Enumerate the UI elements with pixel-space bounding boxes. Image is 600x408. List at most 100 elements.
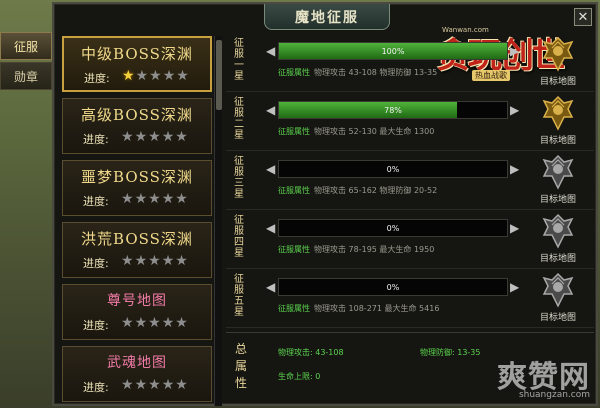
map-name: 中级BOSS深渊 — [81, 45, 193, 63]
crest-icon — [542, 95, 574, 131]
close-button[interactable]: ✕ — [574, 8, 592, 26]
map-progress-label: 进度: — [84, 72, 110, 85]
target-map-label: 目标地图 — [539, 136, 576, 146]
star-icon: ★ — [161, 377, 176, 393]
map-progress-label: 进度: — [83, 381, 109, 394]
star-icon: ★ — [134, 315, 149, 331]
map-item[interactable]: 武魂地图进度: ★★★★★ — [62, 346, 212, 402]
bar-right-cap-icon: ▶ — [510, 280, 520, 294]
conquest-row: 征服三星 ◀ 0% ▶ 征服属性 物理攻击 65-162 物理防御 20-52 目标地图 — [226, 152, 594, 210]
map-item[interactable]: 噩梦BOSS深渊进度: ★★★★★ — [62, 160, 212, 216]
conquest-level-label: 征服二星 — [234, 97, 244, 141]
attr-values: 物理攻击 108-271 最大生命 5416 — [314, 304, 440, 313]
target-map-button[interactable]: 目标地图 — [528, 93, 588, 149]
conquest-attributes: 征服属性 物理攻击 43-108 物理防御 13-35 — [278, 67, 437, 78]
side-tab-conquer[interactable]: 征服 — [0, 32, 52, 60]
conquest-progress-bar: 0% — [278, 219, 508, 237]
target-map-button[interactable]: 目标地图 — [528, 152, 588, 208]
window-title: 魔地征服 — [264, 4, 390, 30]
conquest-progress-bar: 0% — [278, 278, 508, 296]
attr-title: 征服属性 — [278, 127, 310, 136]
conquest-attributes: 征服属性 物理攻击 65-162 物理防御 20-52 — [278, 185, 437, 196]
conquest-level-label: 征服五星 — [234, 274, 244, 318]
bar-left-cap-icon: ◀ — [266, 44, 276, 58]
star-icon: ★ — [148, 253, 162, 269]
star-icon: ★ — [161, 315, 176, 331]
star-icon: ★ — [134, 191, 149, 207]
progress-text: 0% — [386, 223, 400, 233]
map-name: 高级BOSS深渊 — [81, 106, 193, 124]
target-map-button[interactable]: 目标地图 — [528, 270, 588, 326]
star-rating: ★★★★★ — [121, 253, 189, 269]
star-icon: ★ — [135, 68, 150, 84]
attr-title: 征服属性 — [278, 304, 310, 313]
bar-right-cap-icon: ▶ — [510, 162, 520, 176]
star-icon: ★ — [161, 191, 176, 207]
side-tab-medal[interactable]: 勋章 — [0, 62, 52, 90]
conquest-row: 征服五星 ◀ 0% ▶ 征服属性 物理攻击 108-271 最大生命 5416 目标地图 — [226, 270, 594, 328]
attr-values: 物理攻击 43-108 物理防御 13-35 — [314, 68, 438, 77]
progress-text: 78% — [384, 105, 402, 115]
crest-icon — [542, 272, 574, 308]
star-icon: ★ — [148, 377, 162, 393]
target-map-label: 目标地图 — [539, 313, 576, 323]
target-map-label: 目标地图 — [539, 254, 576, 264]
target-map-button[interactable]: 目标地图 — [528, 34, 588, 90]
star-icon: ★ — [148, 191, 162, 207]
star-icon: ★ — [121, 129, 135, 145]
star-icon: ★ — [148, 129, 162, 145]
progress-text: 100% — [381, 46, 405, 56]
map-item[interactable]: 尊号地图 进度: ★★★★★ — [62, 284, 212, 340]
star-icon: ★ — [176, 68, 190, 84]
map-item[interactable]: 洪荒BOSS深渊 进度: ★★★★★ — [62, 222, 212, 278]
star-rating: ★★★★★ — [121, 191, 189, 207]
map-name: 噩梦BOSS深渊 — [81, 168, 193, 186]
map-progress-label: 进度: — [83, 319, 109, 332]
crest-icon — [542, 213, 574, 249]
conquest-level-label: 征服三星 — [234, 156, 244, 200]
conquest-level-label: 征服一星 — [234, 38, 244, 82]
attr-title: 征服属性 — [278, 68, 310, 77]
star-icon: ★ — [149, 68, 163, 84]
star-rating: ★★★★★ — [122, 68, 190, 84]
logo-site: Wanwan.com — [442, 26, 489, 34]
star-rating: ★★★★★ — [121, 129, 189, 145]
progress-text: 0% — [386, 164, 400, 174]
map-name: 洪荒BOSS深渊 — [81, 230, 193, 248]
conquest-progress-bar: 0% — [278, 160, 508, 178]
attr-values: 物理攻击 52-130 最大生命 1300 — [314, 127, 435, 136]
attr-title: 征服属性 — [278, 245, 310, 254]
star-icon: ★ — [122, 68, 136, 84]
conquest-row: 征服一星 ◀ 100% ▶ 征服属性 物理攻击 43-108 物理防御 13-35 目标地图 — [226, 34, 594, 92]
star-icon: ★ — [134, 377, 149, 393]
bar-right-cap-icon: ▶ — [510, 221, 520, 235]
star-icon: ★ — [134, 129, 149, 145]
bar-left-cap-icon: ◀ — [266, 221, 276, 235]
star-icon: ★ — [175, 129, 189, 145]
total-phys-attack: 物理攻击: 43-108 — [278, 348, 344, 357]
star-icon: ★ — [175, 315, 189, 331]
map-progress-label: 进度: — [83, 133, 109, 146]
map-name: 尊号地图 — [107, 293, 167, 309]
bar-left-cap-icon: ◀ — [266, 280, 276, 294]
crest-icon — [542, 36, 574, 72]
star-icon: ★ — [175, 253, 189, 269]
conquest-window: 魔地征服 ✕ Wanwan.com 贪玩创世 热血战歌 中级BOSS深渊进度:★… — [52, 2, 598, 406]
total-attributes: 总属性 物理攻击: 43-108 物理防御: 13-35 生命上限: 0 — [226, 332, 594, 404]
conquest-row: 征服四星 ◀ 0% ▶ 征服属性 物理攻击 78-195 最大生命 1950 目标地图 — [226, 211, 594, 269]
star-icon: ★ — [148, 315, 162, 331]
map-item[interactable]: 高级BOSS深渊 进度: ★★★★★ — [62, 98, 212, 154]
target-map-button[interactable]: 目标地图 — [528, 211, 588, 267]
star-icon: ★ — [121, 315, 135, 331]
map-progress-label: 进度: — [83, 257, 109, 270]
conquest-row: 征服二星 ◀ 78% ▶ 征服属性 物理攻击 52-130 最大生命 1300 目标地图 — [226, 93, 594, 151]
map-list-scrollbar[interactable] — [214, 36, 222, 406]
map-progress-label: 进度: — [83, 195, 109, 208]
total-phys-defense: 物理防御: 13-35 — [420, 348, 481, 357]
star-icon: ★ — [161, 129, 176, 145]
map-item[interactable]: 中级BOSS深渊进度: ★★★★★ — [62, 36, 212, 92]
scrollbar-thumb[interactable] — [216, 40, 222, 110]
map-name: 武魂地图 — [107, 355, 167, 371]
star-rating: ★★★★★ — [121, 377, 189, 393]
close-icon: ✕ — [577, 9, 589, 25]
